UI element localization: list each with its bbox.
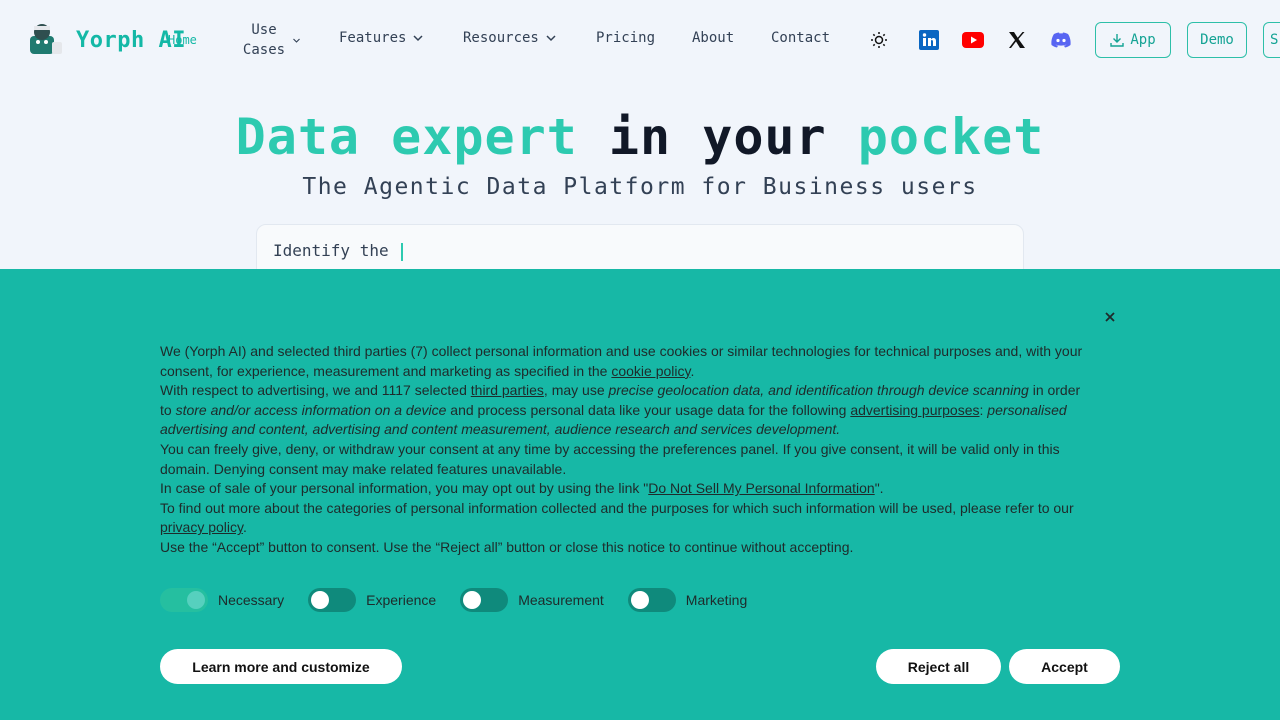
- nav-use-cases-label: Use Cases: [242, 22, 286, 58]
- notice-text: , may use: [543, 382, 609, 399]
- logo-mascot-icon: [30, 24, 62, 54]
- discord-icon: [1051, 32, 1071, 48]
- app-button-label: App: [1130, 32, 1156, 48]
- notice-paragraph: You can freely give, deny, or withdraw y…: [160, 440, 1060, 477]
- switch-knob: [187, 591, 205, 609]
- prompt-typed-text: Identify the: [273, 241, 389, 260]
- x-link[interactable]: [1006, 29, 1028, 51]
- switch-knob: [463, 591, 482, 609]
- notice-text: ".: [874, 480, 884, 497]
- close-banner-button[interactable]: [1100, 307, 1120, 327]
- nav-resources[interactable]: Resources: [463, 30, 557, 46]
- sun-icon: [871, 32, 887, 48]
- switch-knob: [311, 591, 330, 609]
- learn-more-customize-button[interactable]: Learn more and customize: [160, 649, 402, 684]
- discord-link[interactable]: [1050, 29, 1072, 51]
- accept-button[interactable]: Accept: [1009, 649, 1120, 684]
- privacy-policy-link[interactable]: privacy policy: [160, 519, 243, 535]
- hero-word: pocket: [857, 108, 1045, 166]
- toggle-label: Measurement: [518, 592, 604, 608]
- notice-emphasis: precise geolocation data, and identifica…: [608, 382, 1029, 399]
- notice-paragraph: To find out more about the categories of…: [160, 499, 1074, 516]
- notice-paragraph: Use the “Accept” button to consent. Use …: [160, 538, 854, 555]
- cookie-consent-banner: We (Yorph AI) and selected third parties…: [0, 269, 1280, 720]
- notice-text: and process personal data like your usag…: [446, 401, 851, 418]
- measurement-switch[interactable]: [460, 588, 509, 612]
- toggle-label: Experience: [366, 592, 437, 608]
- nav-pricing[interactable]: Pricing: [596, 30, 655, 46]
- download-app-button[interactable]: App: [1095, 22, 1171, 58]
- nav-features-label: Features: [339, 30, 407, 46]
- hero-title: Data expert in your pocket: [0, 108, 1280, 166]
- notice-emphasis: store and/or access information on a dev…: [175, 401, 447, 418]
- hero-subtitle: The Agentic Data Platform for Business u…: [302, 174, 978, 200]
- hero-word: in: [608, 108, 672, 166]
- nav-about-label: About: [692, 30, 735, 46]
- nav-resources-label: Resources: [463, 30, 539, 46]
- linkedin-icon: [919, 30, 939, 50]
- advertising-purposes-link[interactable]: advertising purposes: [850, 402, 979, 418]
- theme-toggle-button[interactable]: [868, 29, 890, 51]
- switch-knob: [630, 591, 649, 609]
- linkedin-link[interactable]: [918, 29, 940, 51]
- nav-features[interactable]: Features: [339, 30, 424, 46]
- signup-button[interactable]: S: [1263, 22, 1280, 58]
- download-icon: [1110, 34, 1125, 47]
- marketing-switch[interactable]: [627, 588, 676, 612]
- cookie-notice-text: We (Yorph AI) and selected third parties…: [160, 343, 1083, 555]
- top-navbar: Yorph AI Home Use Cases Features Resourc…: [0, 0, 1280, 80]
- hero-word: expert: [391, 108, 578, 166]
- x-icon: [1009, 32, 1025, 48]
- hero-word: your: [702, 108, 827, 166]
- reject-all-button[interactable]: Reject all: [876, 649, 1001, 684]
- notice-paragraph: With respect to advertising, we and 1117…: [160, 382, 471, 399]
- youtube-icon: [962, 32, 984, 48]
- experience-switch[interactable]: [308, 588, 357, 612]
- third-parties-link[interactable]: third parties: [471, 382, 544, 398]
- toggle-measurement[interactable]: Measurement: [460, 588, 604, 612]
- nav-pricing-label: Pricing: [596, 30, 656, 46]
- toggle-label: Marketing: [685, 592, 748, 608]
- toggle-necessary: Necessary: [160, 588, 284, 612]
- chevron-down-icon: [546, 35, 556, 42]
- chevron-down-icon: [293, 38, 300, 43]
- demo-button-label: Demo: [1200, 32, 1234, 48]
- nav-contact[interactable]: Contact: [771, 30, 830, 46]
- logo-link[interactable]: Yorph AI: [24, 22, 186, 58]
- cookie-policy-link[interactable]: cookie policy: [611, 363, 690, 379]
- toggle-label: Necessary: [218, 592, 285, 608]
- nav-home[interactable]: Home: [168, 33, 197, 47]
- necessary-switch: [160, 588, 208, 612]
- toggle-experience[interactable]: Experience: [308, 588, 436, 612]
- youtube-link[interactable]: [962, 29, 984, 51]
- nav-use-cases[interactable]: Use Cases: [242, 20, 301, 60]
- close-icon: [1105, 312, 1115, 322]
- do-not-sell-link[interactable]: Do Not Sell My Personal Information: [648, 480, 874, 496]
- demo-button[interactable]: Demo: [1187, 22, 1247, 58]
- signup-button-label: S: [1270, 32, 1279, 48]
- consent-toggles: Necessary Experience Measurement Marketi…: [160, 588, 771, 612]
- text-caret: [400, 242, 403, 261]
- notice-paragraph: In case of sale of your personal informa…: [160, 480, 649, 497]
- nav-contact-label: Contact: [771, 30, 831, 46]
- toggle-marketing[interactable]: Marketing: [627, 588, 748, 612]
- hero-word: Data: [235, 108, 361, 166]
- chevron-down-icon: [413, 35, 423, 42]
- nav-about[interactable]: About: [692, 30, 734, 46]
